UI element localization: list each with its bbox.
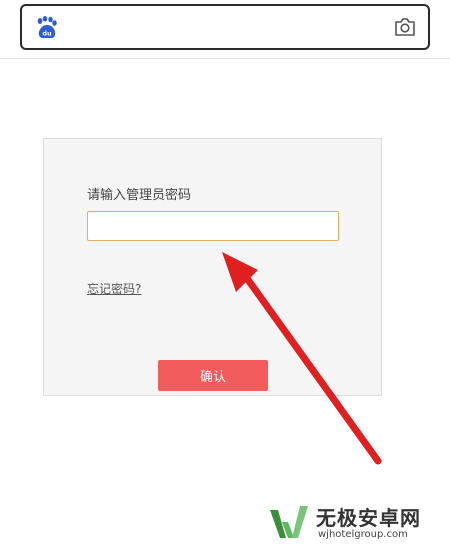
watermark-title: 无极安卓网 bbox=[316, 506, 421, 530]
search-bar[interactable]: du bbox=[20, 4, 430, 50]
password-prompt-label: 请输入管理员密码 bbox=[87, 188, 192, 203]
baidu-paw-icon[interactable]: du bbox=[36, 16, 58, 40]
admin-password-input[interactable] bbox=[87, 211, 339, 241]
camera-icon[interactable] bbox=[394, 17, 416, 37]
logo-text: du bbox=[42, 30, 52, 38]
confirm-button[interactable]: 确认 bbox=[158, 360, 268, 391]
admin-login-panel: 请输入管理员密码 忘记密码? 确认 bbox=[43, 138, 382, 396]
watermark-logo-icon bbox=[270, 506, 308, 538]
header-divider bbox=[0, 58, 450, 59]
forgot-password-link[interactable]: 忘记密码? bbox=[87, 280, 141, 297]
watermark: 无极安卓网 wjhotelgroup.com bbox=[262, 500, 447, 548]
watermark-url: wjhotelgroup.com bbox=[318, 529, 408, 540]
